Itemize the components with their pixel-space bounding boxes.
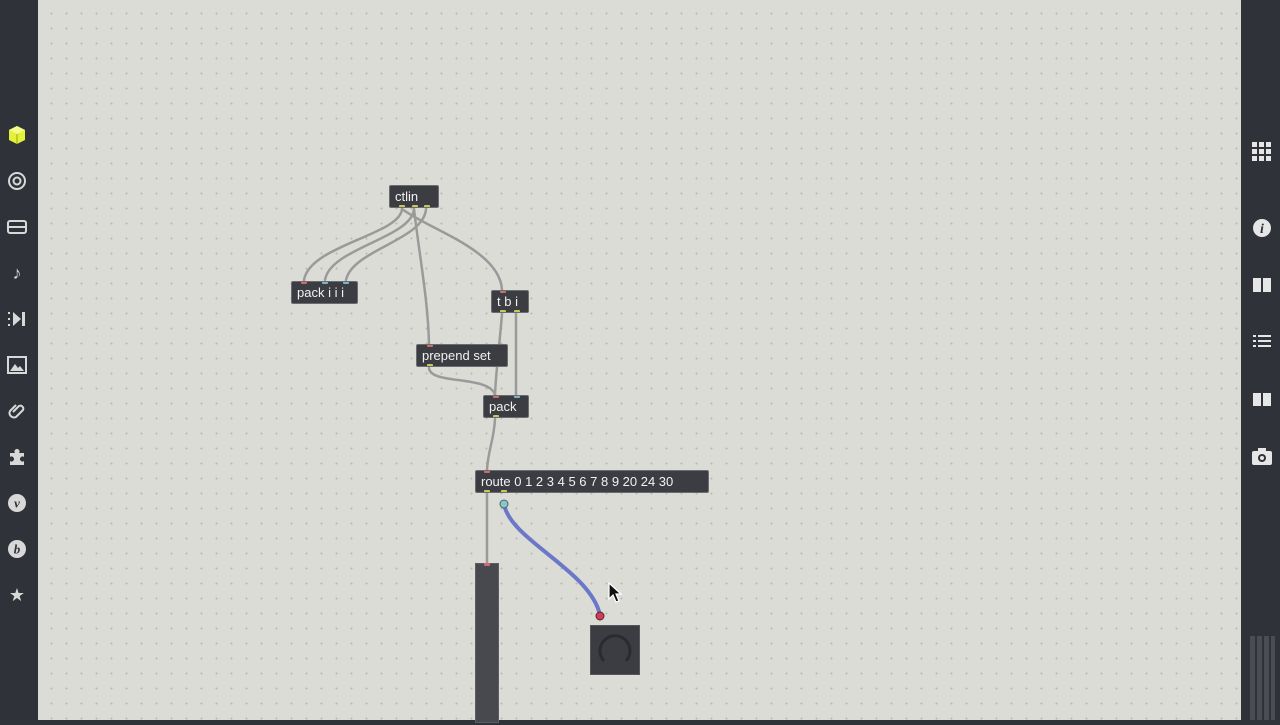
- tbi-inlet[interactable]: [500, 291, 506, 293]
- info-icon[interactable]: i: [1250, 216, 1274, 240]
- right-toolbar: i: [1241, 0, 1280, 720]
- pack-inlet[interactable]: [493, 396, 499, 398]
- dial-object[interactable]: [590, 625, 640, 675]
- pack-label: pack: [489, 399, 517, 414]
- tbi-outlet[interactable]: [514, 310, 520, 312]
- music-note-icon[interactable]: ♪: [5, 261, 29, 285]
- prepend-set-label: prepend set: [422, 348, 491, 363]
- ctlin-outlet[interactable]: [399, 205, 405, 207]
- route-object[interactable]: route 0 1 2 3 4 5 6 7 8 9 20 24 30: [475, 470, 709, 493]
- play-step-icon[interactable]: [5, 307, 29, 331]
- bandcamp-icon[interactable]: b: [5, 537, 29, 561]
- mouse-cursor-icon: [608, 582, 623, 603]
- pack-outlet[interactable]: [493, 415, 499, 417]
- route-label: route 0 1 2 3 4 5 6 7 8 9 20 24 30: [481, 474, 674, 489]
- puzzle-icon[interactable]: [5, 445, 29, 469]
- level-meter: [1249, 636, 1275, 720]
- slider-object[interactable]: [475, 563, 499, 723]
- ctlin-label: ctlin: [395, 189, 419, 204]
- cube-icon[interactable]: [5, 123, 29, 147]
- svg-text:i: i: [1260, 222, 1264, 237]
- route-inlet[interactable]: [484, 471, 490, 473]
- paperclip-icon[interactable]: [5, 399, 29, 423]
- prepend-set-object[interactable]: prepend set: [416, 344, 508, 367]
- pack-iii-inlet[interactable]: [322, 282, 328, 284]
- route-outlet[interactable]: [501, 490, 507, 492]
- prepend-outlet[interactable]: [427, 364, 433, 366]
- split-view-icon[interactable]: [1250, 273, 1274, 297]
- slider-inlet[interactable]: [484, 563, 490, 566]
- route-outlet[interactable]: [484, 490, 490, 492]
- ctlin-outlet[interactable]: [424, 205, 430, 207]
- ctlin-outlet[interactable]: [412, 205, 418, 207]
- star-icon[interactable]: ★: [5, 583, 29, 607]
- pack-object[interactable]: pack: [483, 395, 529, 418]
- prepend-inlet[interactable]: [427, 345, 433, 347]
- grid-icon[interactable]: [1250, 140, 1274, 164]
- dial-knob-icon: [598, 634, 632, 663]
- list-icon[interactable]: [1250, 330, 1274, 354]
- tbi-outlet[interactable]: [500, 310, 506, 312]
- pack-iii-object[interactable]: pack i i i: [291, 281, 358, 304]
- left-toolbar: ♪ v b ★: [0, 0, 38, 720]
- book-icon[interactable]: [1250, 387, 1274, 411]
- ctlin-object[interactable]: ctlin: [389, 185, 439, 208]
- target-icon[interactable]: [5, 169, 29, 193]
- pack-iii-label: pack i i i: [297, 285, 344, 300]
- tbi-object[interactable]: t b i: [491, 290, 529, 313]
- camera-icon[interactable]: [1250, 444, 1274, 468]
- pack-inlet[interactable]: [514, 396, 520, 398]
- image-icon[interactable]: [5, 353, 29, 377]
- pack-iii-inlet[interactable]: [301, 282, 307, 284]
- svg-text:b: b: [14, 542, 21, 557]
- svg-text:v: v: [14, 496, 20, 511]
- tbi-label: t b i: [497, 294, 518, 309]
- patcher-canvas[interactable]: [38, 0, 1241, 720]
- console-icon[interactable]: [5, 215, 29, 239]
- vimeo-icon[interactable]: v: [5, 491, 29, 515]
- pack-iii-inlet[interactable]: [343, 282, 349, 284]
